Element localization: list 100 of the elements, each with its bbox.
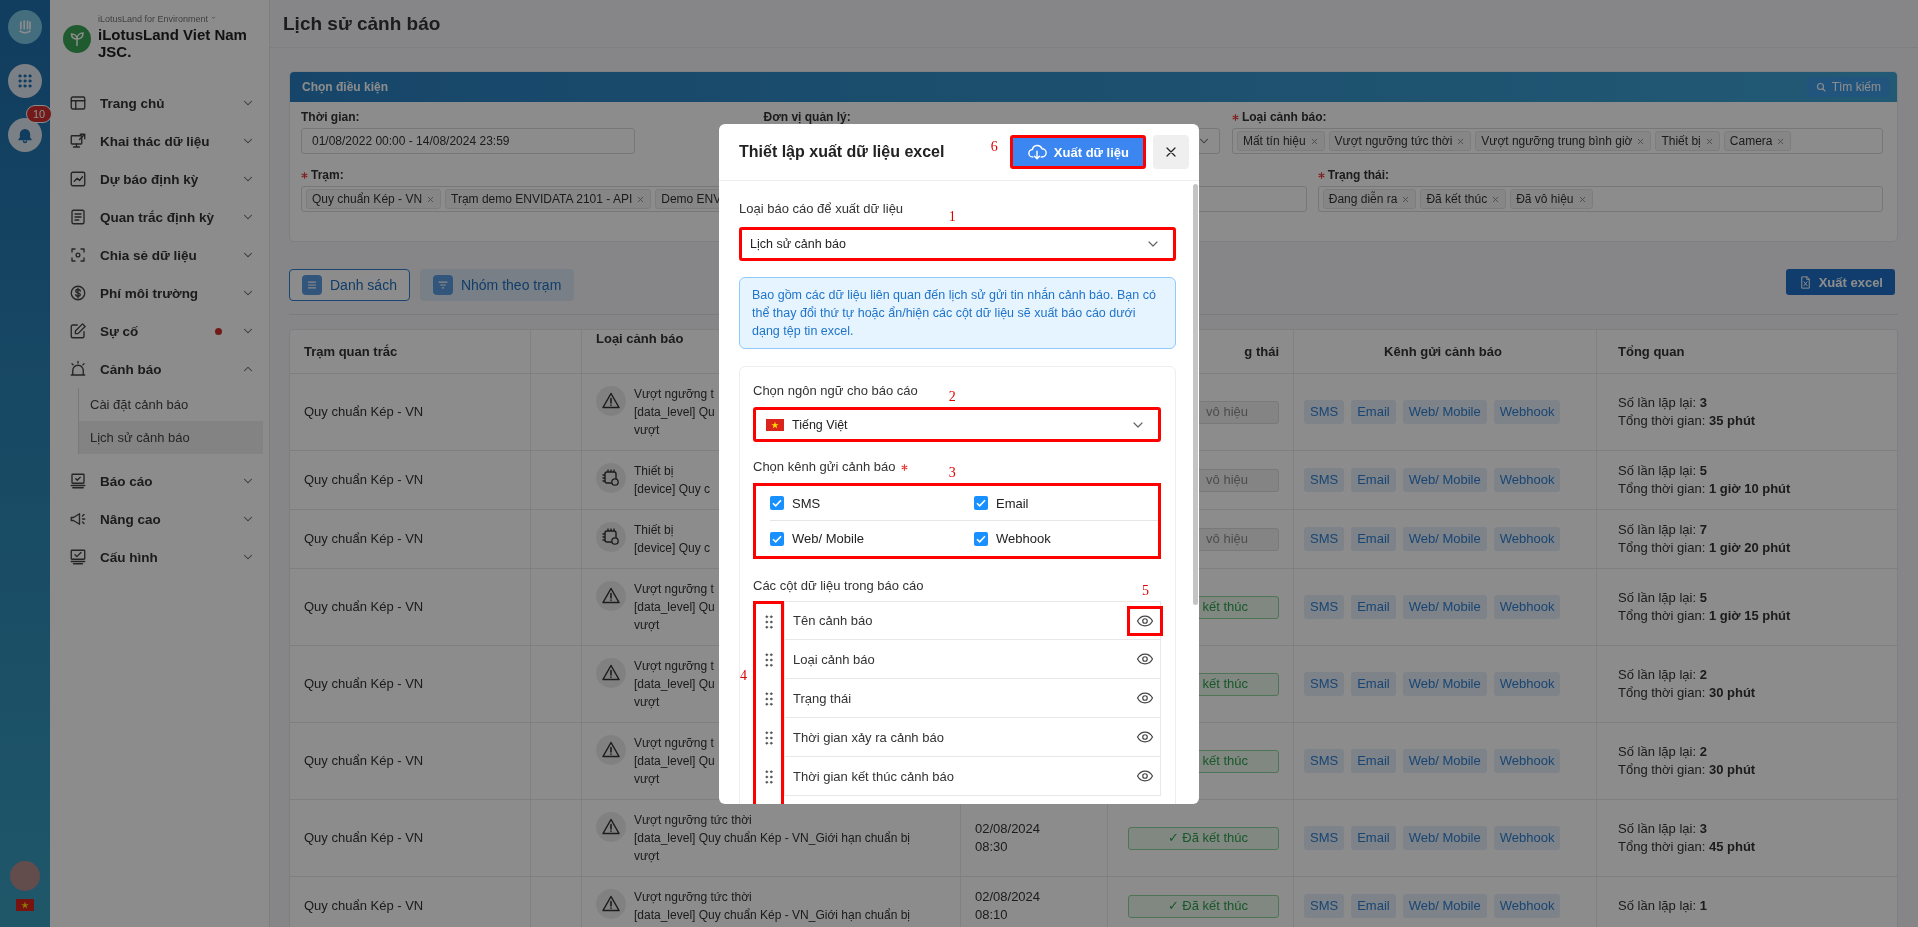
checkbox-label: Web/ Mobile	[792, 531, 864, 546]
alert-detail: [device] Quy c	[634, 540, 711, 557]
dialog-title: Thiết lập xuất dữ liệu excel	[739, 143, 946, 161]
tag-text: Quy chuẩn Kép - VN	[312, 191, 423, 207]
summary-line: Số lần lặp lại: 2	[1618, 743, 1707, 761]
channel-tag: SMS	[1304, 400, 1345, 424]
alert-detail: vượt	[634, 771, 661, 788]
field-label: Trạm:	[311, 168, 344, 182]
summary-line: Tổng thời gian: 45 phút	[1618, 838, 1756, 856]
summary-line: Số lần lặp lại: 5	[1618, 589, 1707, 607]
channel-tag: Email	[1351, 749, 1396, 773]
channel-tag: Webhook	[1493, 595, 1561, 619]
table-cell: Quy chuẩn Kép - VN	[290, 451, 531, 509]
column-name: Trạng thái	[792, 690, 853, 706]
alert-title: Vượt ngưỡng t	[634, 386, 715, 403]
channel-tag: Web/ Mobile	[1402, 894, 1487, 918]
channel-tag: Webhook	[1493, 400, 1561, 424]
summary-line: Số lần lặp lại: 7	[1618, 521, 1707, 539]
channel-tag: SMS	[1304, 468, 1345, 492]
channel-tag: SMS	[1304, 527, 1345, 551]
alert-title: Thiết bị	[634, 463, 675, 480]
tag-text: Đang diễn ra	[1328, 191, 1398, 207]
channel-tag: Email	[1351, 595, 1396, 619]
org-caption: iLotusLand for Environment	[98, 14, 209, 24]
callout-number: 2	[948, 390, 956, 404]
summary-line: Số lần lặp lại: 1	[1618, 897, 1707, 915]
callout-number: 6	[990, 140, 998, 154]
tag-text: Vượt ngưỡng tức thời	[1334, 133, 1453, 149]
column-name: Thời gian kết thúc cảnh báo	[792, 768, 955, 784]
field-label: Loại báo cáo để xuất dữ liệu	[739, 201, 904, 217]
table-cell: Quy chuẩn Kép - VN	[290, 877, 531, 927]
field-label: Chọn ngôn ngữ cho báo cáo	[753, 383, 918, 399]
channel-tag: SMS	[1304, 749, 1345, 773]
channel-tag: Webhook	[1493, 468, 1561, 492]
alert-title: Thiết bị	[634, 522, 675, 539]
table-cell: Quy chuẩn Kép - VN	[290, 510, 531, 568]
alert-title: Vượt ngưỡng tức thời	[634, 889, 753, 906]
summary-line: Số lần lặp lại: 5	[1618, 462, 1707, 480]
alert-detail: [device] Quy c	[634, 481, 711, 498]
tag-text: Vượt ngưỡng trung bình giờ	[1481, 133, 1633, 149]
column-header: Kênh gửi cảnh báo	[1294, 330, 1597, 373]
tag-text: Đã vô hiệu	[1516, 191, 1574, 207]
channel-tag: Webhook	[1493, 894, 1561, 918]
channel-tag: Email	[1351, 527, 1396, 551]
checkbox-label: Email	[996, 495, 1029, 511]
tag-text: Trạm demo ENVIDATA 2101 - API	[451, 191, 633, 207]
checkbox-label: Webhook	[996, 531, 1051, 546]
tag-text: Đã kết thúc	[1426, 191, 1488, 207]
channel-tag: Webhook	[1493, 527, 1561, 551]
alert-detail: [data_level] Qu	[634, 599, 715, 616]
tag-text: Thiết bị	[1661, 133, 1701, 149]
summary-line: Tổng thời gian: 1 giờ 20 phút	[1618, 539, 1791, 557]
summary-line: Số lần lặp lại: 3	[1618, 820, 1707, 838]
channel-tag: SMS	[1304, 595, 1345, 619]
channel-tag: SMS	[1304, 826, 1345, 850]
table-cell: Quy chuẩn Kép - VN	[290, 646, 531, 722]
channel-tag: Webhook	[1493, 672, 1561, 696]
alert-detail: vượt	[634, 617, 661, 634]
channel-tag: Email	[1351, 400, 1396, 424]
field-label: Loại cảnh báo:	[1241, 110, 1327, 124]
alert-title: Vượt ngưỡng t	[634, 581, 715, 598]
channel-tag: Email	[1351, 468, 1396, 492]
alert-time: 02/08/2024 08:10	[975, 888, 1042, 924]
callout-number: 5	[1142, 584, 1149, 598]
channel-tag: Email	[1351, 894, 1396, 918]
field-label: Trạng thái:	[1327, 168, 1390, 182]
column-header: Tổng quan	[1617, 342, 1686, 361]
channel-tag: Email	[1351, 672, 1396, 696]
column-header: Trạm quan trắc	[290, 330, 531, 373]
column-name: Loại cảnh báo	[792, 651, 876, 667]
alert-detail: [data_level] Qu	[634, 404, 715, 421]
alert-detail: [data_level] Qu	[634, 753, 715, 770]
alert-title: Vượt ngưỡng t	[634, 735, 715, 752]
summary-line: Tổng thời gian: 30 phút	[1618, 761, 1756, 779]
alert-detail: [data_level] Quy chuẩn Kép - VN_Giới hạn chuẩn bị	[634, 830, 911, 847]
channel-tag: SMS	[1304, 894, 1345, 918]
org-name: iLotusLand Viet Nam JSC.	[98, 26, 248, 60]
checkbox-label: SMS	[792, 495, 821, 511]
panel-title: Chọn điều kiện	[302, 80, 388, 94]
channel-tag: Web/ Mobile	[1402, 595, 1487, 619]
summary-line: Tổng thời gian: 1 giờ 15 phút	[1618, 607, 1791, 625]
channel-tag: Webhook	[1493, 749, 1561, 773]
channel-tag: Web/ Mobile	[1402, 749, 1487, 773]
channel-tag: Web/ Mobile	[1402, 672, 1487, 696]
summary-line: Tổng thời gian: 35 phút	[1618, 412, 1756, 430]
field-label: Các cột dữ liệu trong báo cáo	[753, 578, 924, 594]
callout-number: 4	[740, 669, 747, 683]
status-badge: ✓ Đã kết thúc	[1128, 894, 1279, 918]
table-cell: Quy chuẩn Kép - VN	[290, 374, 531, 450]
alert-title: Vượt ngưỡng tức thời	[634, 812, 753, 829]
callout-number: 3	[948, 466, 956, 480]
tag-text: Mất tín hiệu	[1242, 133, 1306, 149]
channel-tag: Web/ Mobile	[1402, 468, 1487, 492]
field-label: Thời gian:	[301, 110, 360, 124]
field-label: Đơn vị quản lý:	[763, 110, 851, 124]
column-name: Tên cảnh báo	[792, 613, 874, 628]
alert-detail: [data_level] Qu	[634, 676, 715, 693]
alert-detail: [data_level] Quy chuẩn Kép - VN_Giới hạn chuẩn bị	[634, 907, 911, 924]
field-label: Chọn kênh gửi cảnh báo	[753, 459, 896, 475]
info-message: Bao gồm các dữ liệu liên quan đến lịch sử gửi tin nhắn cảnh báo. Bạn có thể thay đổi thứ tự hoặc ẩn/hiện các cột dữ liệu sẽ xuất báo cáo dưới dạng tệp tin excel.	[739, 277, 1176, 349]
